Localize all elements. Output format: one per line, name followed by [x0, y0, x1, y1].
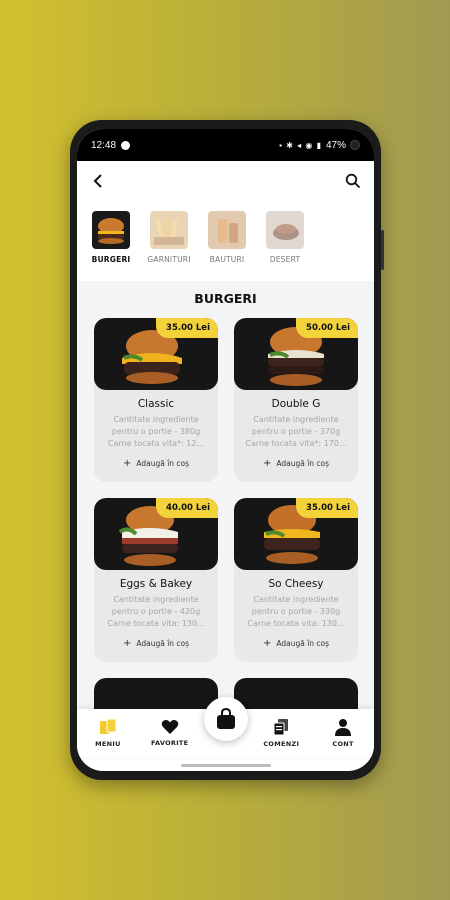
section-title: BURGERI [194, 291, 257, 306]
status-bar: 12:48 ▪ ✱ ◂ ◉ ▮ 47% [77, 129, 374, 161]
add-to-cart-button[interactable]: + Adaugă în coș [94, 638, 218, 649]
product-image: 35.00 Lei [234, 498, 358, 570]
camera-icon [350, 140, 360, 150]
home-indicator [180, 764, 271, 767]
category-burgeri[interactable]: BURGERI [91, 211, 131, 281]
add-to-cart-label: Adaugă în coș [276, 459, 330, 468]
user-icon [335, 719, 352, 736]
nav-favorites[interactable]: FAVORITE [142, 719, 198, 747]
plus-icon: + [262, 458, 272, 469]
product-name: Eggs & Bakey [119, 578, 193, 590]
menu-icon [99, 718, 117, 734]
product-description: Cantitate ingrediente pentru o portie - … [107, 595, 205, 628]
add-to-cart-label: Adaugă în coș [276, 639, 330, 648]
plus-icon: + [122, 458, 132, 469]
category-label: BAUTURI [209, 255, 245, 264]
product-description: Cantitate ingrediente pentru o portie - … [247, 595, 345, 628]
plus-icon: + [262, 638, 272, 649]
notification-icon [121, 140, 131, 150]
search-icon[interactable] [342, 170, 364, 192]
category-desert[interactable]: DESERT [265, 211, 305, 281]
nav-favorites-label: FAVORITE [150, 739, 189, 747]
price-badge: 35.00 Lei [156, 318, 218, 338]
category-strip: BURGERI GARNITURI BAUTURI DESERT [77, 201, 374, 281]
product-card[interactable]: 40.00 Lei Eggs & Bakey Cantitate ingredi… [94, 498, 218, 662]
nav-orders[interactable]: COMENZI [253, 718, 309, 748]
add-to-cart-button[interactable]: + Adaugă în coș [94, 458, 218, 469]
category-label: BURGERI [91, 255, 131, 264]
heart-icon [161, 720, 178, 734]
orders-icon [273, 719, 289, 736]
product-name: Classic [137, 398, 175, 410]
price-badge: 50.00 Lei [296, 318, 358, 338]
nav-orders-label: COMENZI [263, 740, 300, 748]
product-image: 40.00 Lei [94, 498, 218, 570]
product-grid: 35.00 Lei Classic Cantitate ingrediente … [77, 306, 374, 715]
product-description: Cantitate ingrediente pentru o portie - … [245, 415, 347, 448]
battery-percent: 47% [325, 139, 346, 151]
plus-icon: + [122, 638, 132, 649]
product-name: Double G [271, 398, 321, 410]
phone-frame: 12:48 ▪ ✱ ◂ ◉ ▮ 47% BURGERI GARNITURI BA… [70, 120, 384, 780]
category-image [208, 211, 246, 249]
price-badge: 35.00 Lei [296, 498, 358, 518]
add-to-cart-label: Adaugă în coș [136, 459, 190, 468]
product-description: Cantitate ingrediente pentru o portie - … [107, 415, 205, 448]
add-to-cart-button[interactable]: + Adaugă în coș [234, 458, 358, 469]
app-screen: 12:48 ▪ ✱ ◂ ◉ ▮ 47% BURGERI GARNITURI BA… [77, 129, 374, 771]
cart-button[interactable] [203, 697, 248, 741]
add-to-cart-button[interactable]: + Adaugă în coș [234, 638, 358, 649]
product-card[interactable]: 35.00 Lei Classic Cantitate ingrediente … [94, 318, 218, 482]
product-image: 35.00 Lei [94, 318, 218, 390]
top-bar [77, 161, 374, 201]
price-badge: 40.00 Lei [156, 498, 218, 518]
back-icon[interactable] [87, 170, 109, 192]
category-image [92, 211, 130, 249]
shopping-bag-icon [216, 708, 235, 729]
category-image [266, 211, 304, 249]
category-label: GARNITURI [147, 255, 191, 264]
signal-icons: ▪ ✱ ◂ ◉ ▮ [279, 140, 322, 150]
nav-account[interactable]: CONT [315, 718, 371, 748]
nav-account-label: CONT [332, 740, 354, 748]
product-card[interactable]: 50.00 Lei Double G Cantitate ingrediente… [234, 318, 358, 482]
category-bauturi[interactable]: BAUTURI [207, 211, 247, 281]
category-garnituri[interactable]: GARNITURI [147, 211, 191, 281]
category-label: DESERT [269, 255, 301, 264]
category-image [150, 211, 188, 249]
add-to-cart-label: Adaugă în coș [136, 639, 190, 648]
product-list[interactable]: BURGERI 35.00 Lei Classic Cantitate ingr… [77, 281, 374, 715]
nav-menu-label: MENIU [95, 740, 121, 748]
product-image: 50.00 Lei [234, 318, 358, 390]
product-name: So Cheesy [268, 578, 324, 590]
status-time: 12:48 [91, 139, 117, 151]
nav-menu[interactable]: MENIU [80, 718, 136, 748]
product-card[interactable]: 35.00 Lei So Cheesy Cantitate ingredient… [234, 498, 358, 662]
